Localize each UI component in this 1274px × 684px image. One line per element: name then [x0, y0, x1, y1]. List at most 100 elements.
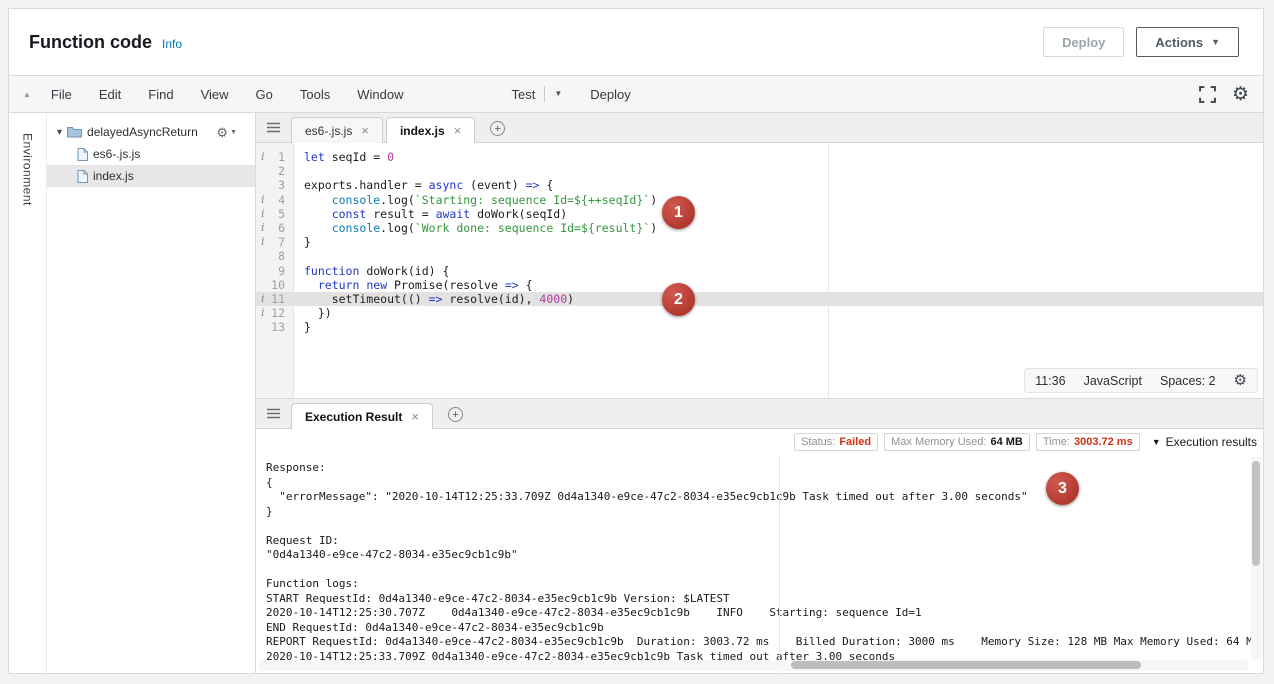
close-tab-icon[interactable]: × [361, 123, 369, 138]
time-badge: Time: 3003.72 ms [1036, 433, 1140, 451]
js-file-icon [77, 170, 88, 183]
code-text: }) [294, 306, 332, 320]
menu-find[interactable]: Find [148, 87, 173, 102]
info-marker-icon: i [261, 207, 265, 221]
code-text: console.log(`Starting: sequence Id=${++s… [294, 193, 657, 207]
file-tree: ▾ delayedAsyncReturn ⚙▼ es6-.js.js [47, 113, 256, 673]
code-editor[interactable]: i1let seqId = 023exports.handler = async… [256, 143, 1263, 398]
tab-list-icon[interactable] [266, 407, 281, 420]
gutter-cell[interactable]: 9 [256, 264, 294, 278]
gutter-cell[interactable]: i5 [256, 207, 294, 221]
fullscreen-icon[interactable] [1199, 86, 1216, 103]
execution-result-pane: Execution Result × + Status: Failed Max … [256, 399, 1263, 673]
close-tab-icon[interactable]: × [454, 123, 462, 138]
editor-menubar: ▲ File Edit Find View Go Tools Window Test ▼ D… [9, 75, 1263, 113]
tab-label: Execution Result [305, 410, 402, 424]
code-text: function doWork(id) { [294, 264, 449, 278]
code-text: setTimeout(() => resolve(id), 4000) [294, 292, 574, 306]
exec-status-toolbar: Status: Failed Max Memory Used: 64 MB Ti… [256, 429, 1263, 455]
test-dropdown-caret-icon[interactable]: ▼ [554, 90, 562, 98]
code-text: console.log(`Work done: sequence Id=${re… [294, 221, 657, 235]
code-line-5[interactable]: i5 const result = await doWork(seqId) [256, 207, 1263, 221]
indentation-setting[interactable]: Spaces: 2 [1160, 374, 1216, 388]
actions-button[interactable]: Actions ▼ [1136, 27, 1239, 57]
new-tab-icon[interactable]: + [490, 121, 505, 136]
gutter-cell[interactable]: 10 [256, 278, 294, 292]
gutter-cell[interactable]: i7 [256, 235, 294, 249]
annotation-callout-3: 3 [1046, 472, 1079, 505]
menu-window[interactable]: Window [357, 87, 403, 102]
gutter-cell[interactable]: 2 [256, 164, 294, 178]
js-file-icon [77, 148, 88, 161]
execution-results-toggle[interactable]: ▼ Execution results [1152, 435, 1257, 449]
language-mode[interactable]: JavaScript [1084, 374, 1142, 388]
gutter-cell[interactable]: 13 [256, 320, 294, 334]
function-code-card: Function code Info Deploy Actions ▼ ▲ Fi… [8, 8, 1264, 674]
collapse-panel-icon[interactable]: ▲ [23, 90, 31, 99]
close-tab-icon[interactable]: × [411, 409, 419, 424]
code-line-10[interactable]: 10 return new Promise(resolve => { [256, 278, 1263, 292]
info-marker-icon: i [261, 235, 265, 249]
menu-deploy[interactable]: Deploy [590, 87, 630, 102]
info-link[interactable]: Info [162, 37, 182, 51]
gutter-cell[interactable]: 8 [256, 249, 294, 263]
horizontal-scrollbar-thumb[interactable] [791, 661, 1141, 669]
tree-file-es6[interactable]: es6-.js.js [47, 143, 255, 165]
gutter-cell[interactable]: i4 [256, 193, 294, 207]
menu-file[interactable]: File [51, 87, 72, 102]
code-line-12[interactable]: i12 }) [256, 306, 1263, 320]
menu-test[interactable]: Test [511, 87, 535, 102]
code-line-9[interactable]: 9function doWork(id) { [256, 264, 1263, 278]
code-line-1[interactable]: i1let seqId = 0 [256, 150, 1263, 164]
code-text [294, 249, 304, 263]
tab-index-js[interactable]: index.js × [386, 117, 475, 143]
environment-strip[interactable]: Environment [9, 113, 47, 673]
code-line-4[interactable]: i4 console.log(`Starting: sequence Id=${… [256, 193, 1263, 207]
deploy-button[interactable]: Deploy [1043, 27, 1124, 57]
gutter-cell[interactable]: i11 [256, 292, 294, 306]
caret-down-icon: ▼ [1152, 438, 1161, 447]
code-line-13[interactable]: 13} [256, 320, 1263, 334]
menu-edit[interactable]: Edit [99, 87, 121, 102]
editor-pane: es6-.js.js × index.js × + i1let seqId = … [256, 113, 1263, 399]
code-line-2[interactable]: 2 [256, 164, 1263, 178]
menu-tools[interactable]: Tools [300, 87, 330, 102]
code-text: } [294, 235, 311, 249]
lambda-function-code-screen: Function code Info Deploy Actions ▼ ▲ Fi… [0, 0, 1274, 684]
editor-settings-gear-icon[interactable]: ⚙ [1234, 373, 1247, 388]
gutter-cell[interactable]: i12 [256, 306, 294, 320]
gutter-cell[interactable]: 3 [256, 178, 294, 192]
menu-separator [544, 86, 545, 102]
cursor-position[interactable]: 11:36 [1035, 374, 1065, 388]
file-name: index.js [93, 169, 134, 183]
code-line-6[interactable]: i6 console.log(`Work done: sequence Id=$… [256, 221, 1263, 235]
code-line-8[interactable]: 8 [256, 249, 1263, 263]
menu-go[interactable]: Go [256, 87, 273, 102]
gutter-cell[interactable]: i6 [256, 221, 294, 235]
folder-expanded-icon[interactable]: ▾ [57, 127, 62, 138]
ide-settings-gear-icon[interactable]: ⚙ [1232, 85, 1249, 104]
code-line-11[interactable]: i11 setTimeout(() => resolve(id), 4000) [256, 292, 1263, 306]
info-marker-icon: i [261, 193, 265, 207]
editor-and-results-column: es6-.js.js × index.js × + i1let seqId = … [256, 113, 1263, 673]
caret-down-icon: ▼ [1211, 38, 1220, 47]
menu-view[interactable]: View [201, 87, 229, 102]
info-marker-icon: i [261, 292, 265, 306]
editor-status-bar: 11:36 JavaScript Spaces: 2 ⚙ [1024, 368, 1258, 393]
annotation-callout-2: 2 [662, 283, 695, 316]
code-line-7[interactable]: i7} [256, 235, 1263, 249]
new-tab-icon[interactable]: + [448, 407, 463, 422]
tree-settings-gear-icon[interactable]: ⚙▼ [216, 126, 237, 139]
vertical-scrollbar-thumb[interactable] [1252, 461, 1260, 566]
code-line-3[interactable]: 3exports.handler = async (event) => { [256, 178, 1263, 192]
tab-es6-js[interactable]: es6-.js.js × [291, 117, 383, 143]
gutter-cell[interactable]: i1 [256, 150, 294, 164]
tab-list-icon[interactable] [266, 121, 281, 134]
tree-folder-row[interactable]: ▾ delayedAsyncReturn ⚙▼ [47, 121, 255, 143]
tab-execution-result[interactable]: Execution Result × [291, 403, 433, 429]
folder-name: delayedAsyncReturn [87, 125, 198, 139]
menu-items: File Edit Find View Go Tools Window [51, 87, 404, 102]
editor-tabbar: es6-.js.js × index.js × + [256, 113, 1263, 143]
print-margin [779, 455, 780, 673]
tree-file-index[interactable]: index.js [47, 165, 255, 187]
